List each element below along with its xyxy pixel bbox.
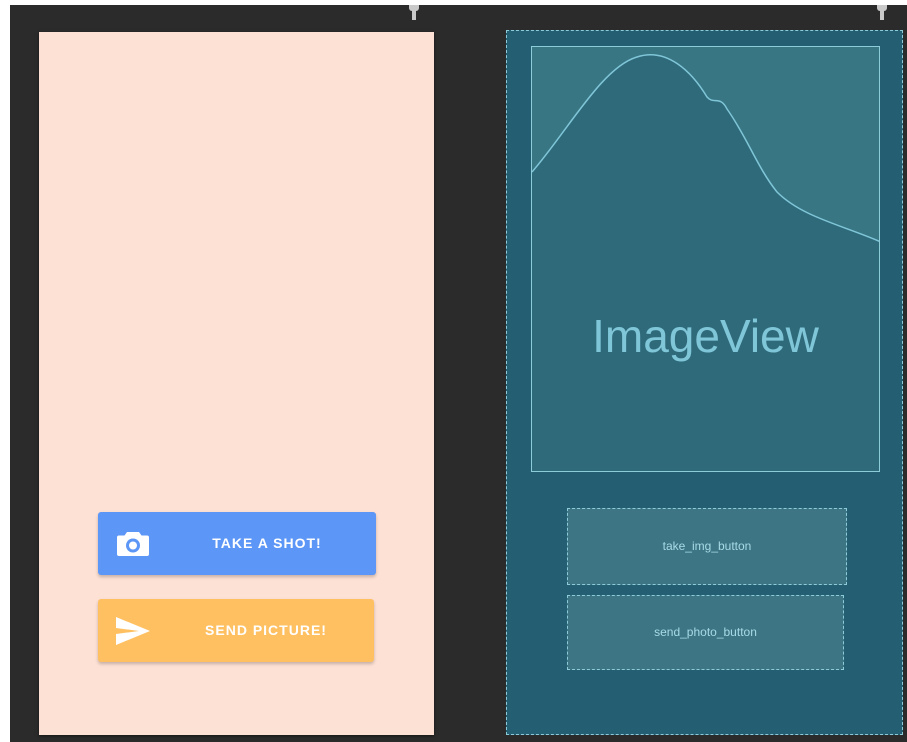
image-view-label: ImageView <box>592 310 819 362</box>
send-icon <box>116 617 150 645</box>
camera-icon <box>117 532 149 556</box>
design-preview[interactable]: TAKE A SHOT! SEND PICTURE! <box>39 32 434 735</box>
pin-icon <box>877 5 887 21</box>
image-view-placeholder[interactable]: ImageView <box>531 46 880 472</box>
take-img-button-label: take_img_button <box>662 539 752 553</box>
take-img-button-blueprint[interactable]: take_img_button <box>567 508 847 585</box>
screenshot-stage: TAKE A SHOT! SEND PICTURE! ImageView tak… <box>0 0 907 742</box>
layout-editor-canvas: TAKE A SHOT! SEND PICTURE! ImageView tak… <box>10 5 907 742</box>
send-photo-button-blueprint[interactable]: send_photo_button <box>567 595 844 670</box>
send-photo-button-label: send_photo_button <box>654 625 757 639</box>
take-shot-button[interactable]: TAKE A SHOT! <box>98 512 376 575</box>
image-placeholder-icon <box>532 47 879 242</box>
take-shot-label: TAKE A SHOT! <box>212 535 322 551</box>
send-picture-label: SEND PICTURE! <box>205 622 327 638</box>
send-picture-button[interactable]: SEND PICTURE! <box>98 599 374 662</box>
blueprint-preview[interactable]: ImageView take_img_button send_photo_but… <box>506 30 903 735</box>
pin-icon <box>409 5 419 21</box>
